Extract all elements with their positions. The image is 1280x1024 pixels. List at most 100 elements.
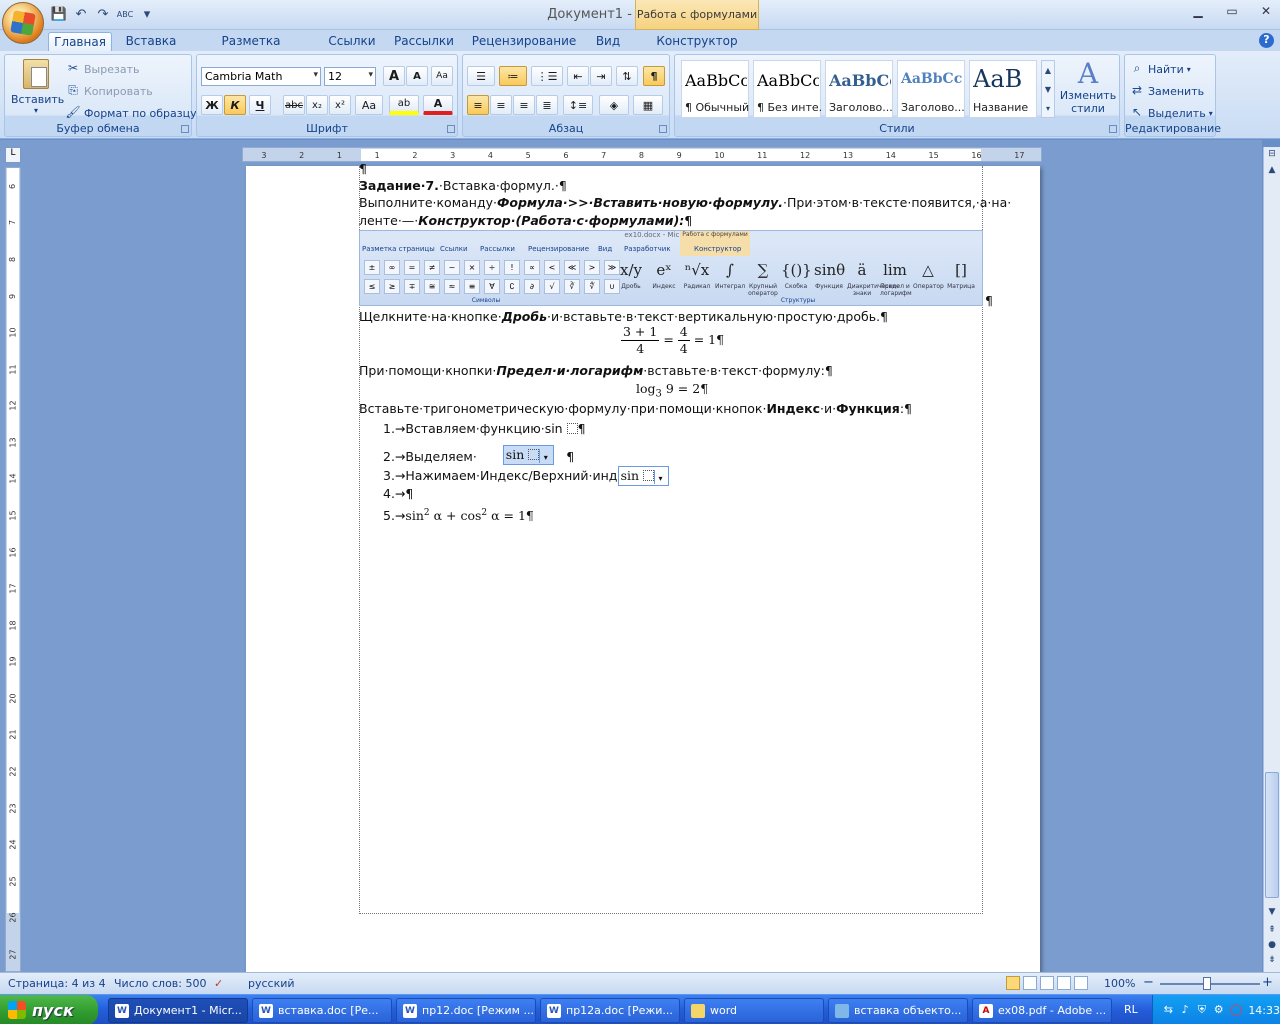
- ruler-toggle-icon[interactable]: ⊟: [1265, 149, 1279, 163]
- taskbar-item[interactable]: W Документ1 - Micr...: [108, 998, 248, 1023]
- language-indicator[interactable]: RL: [1124, 1003, 1138, 1016]
- equation-dropdown-icon[interactable]: ▾: [539, 448, 551, 463]
- cut-button[interactable]: ✂ Вырезать: [65, 61, 140, 77]
- web-layout-icon[interactable]: [1040, 976, 1054, 990]
- sort-icon[interactable]: ⇅: [616, 66, 638, 86]
- browse-object-icon[interactable]: ●: [1265, 940, 1279, 954]
- clear-format-button[interactable]: Aa: [431, 66, 453, 86]
- opera-icon[interactable]: ◯: [1230, 1003, 1242, 1017]
- minimize-button[interactable]: ▁: [1188, 4, 1208, 22]
- tab-insert[interactable]: Вставка: [120, 32, 182, 51]
- zoom-out-icon[interactable]: −: [1143, 975, 1154, 990]
- increase-indent-icon[interactable]: ⇥: [590, 66, 612, 86]
- equation-box[interactable]: sin ▾: [617, 466, 670, 486]
- font-size-combo[interactable]: 12: [324, 67, 376, 86]
- align-center-icon[interactable]: ≡: [490, 95, 512, 115]
- tab-review[interactable]: Рецензирование: [468, 32, 580, 51]
- italic-button[interactable]: К: [224, 95, 246, 115]
- draft-icon[interactable]: [1074, 976, 1088, 990]
- embedded-ribbon-screenshot[interactable]: ex10.docx - Microsoft Word Работа с форм…: [359, 230, 983, 306]
- style-heading2[interactable]: AaBbCc Заголово...: [897, 60, 965, 118]
- clock[interactable]: 14:33: [1248, 1004, 1280, 1017]
- full-screen-icon[interactable]: [1023, 976, 1037, 990]
- scroll-down-icon[interactable]: ▼: [1265, 907, 1279, 921]
- office-button[interactable]: [2, 2, 44, 44]
- taskbar-item[interactable]: Wпр12.doc [Режим ...: [396, 998, 536, 1023]
- next-page-icon[interactable]: ⇟: [1265, 955, 1279, 969]
- subscript-button[interactable]: x₂: [306, 95, 328, 115]
- dialog-launcher-icon[interactable]: [659, 125, 667, 133]
- font-color-button[interactable]: A: [423, 95, 453, 115]
- underline-button[interactable]: Ч: [249, 95, 271, 115]
- find-button[interactable]: ⌕ Найти ▾: [1129, 61, 1191, 77]
- help-icon[interactable]: ?: [1259, 33, 1274, 48]
- start-button[interactable]: пуск: [0, 995, 98, 1024]
- style-heading1[interactable]: AaBbCcЗаголово...: [825, 60, 893, 118]
- grow-font-button[interactable]: A: [383, 66, 405, 86]
- dialog-launcher-icon[interactable]: [181, 125, 189, 133]
- page-count[interactable]: Страница: 4 из 4: [8, 977, 106, 990]
- dialog-launcher-icon[interactable]: [447, 125, 455, 133]
- change-case-button[interactable]: Aa: [355, 95, 383, 115]
- customize-qat-icon[interactable]: ▾: [138, 5, 156, 23]
- style-no-spacing[interactable]: AaBbCcI¶ Без инте...: [753, 60, 821, 118]
- scroll-up-icon[interactable]: ▲: [1265, 165, 1279, 179]
- network-icon[interactable]: ⇆: [1163, 1003, 1174, 1017]
- word-count[interactable]: Число слов: 500: [114, 977, 207, 990]
- tab-selector-icon[interactable]: L: [5, 147, 21, 163]
- zoom-in-icon[interactable]: +: [1262, 975, 1273, 990]
- paste-button[interactable]: Вставить ▾: [11, 59, 64, 121]
- style-title[interactable]: AaB Название: [969, 60, 1037, 118]
- shield-icon[interactable]: ⛨: [1197, 1003, 1208, 1017]
- taskbar-item[interactable]: Aex08.pdf - Adobe ...: [972, 998, 1112, 1023]
- zoom-level[interactable]: 100%: [1104, 977, 1135, 990]
- superscript-button[interactable]: x²: [329, 95, 351, 115]
- print-layout-icon[interactable]: [1006, 976, 1020, 990]
- strikethrough-button[interactable]: abc: [283, 95, 305, 115]
- shrink-font-button[interactable]: A: [406, 66, 428, 86]
- taskbar-item[interactable]: Wвставка.doc [Ре...: [252, 998, 392, 1023]
- borders-icon[interactable]: ▦: [633, 95, 663, 115]
- format-painter-button[interactable]: 🖌 Формат по образцу: [65, 105, 196, 121]
- line-spacing-icon[interactable]: ↕≡: [563, 95, 593, 115]
- dialog-launcher-icon[interactable]: [1109, 125, 1117, 133]
- spellcheck-icon[interactable]: ABC: [116, 5, 134, 23]
- shading-icon[interactable]: ◈: [599, 95, 629, 115]
- equation-box-selected[interactable]: sin ▾: [502, 445, 555, 465]
- select-button[interactable]: ↖ Выделить ▾: [1129, 105, 1213, 121]
- tab-view[interactable]: Вид: [590, 32, 626, 51]
- tools-icon[interactable]: ⚙: [1213, 1003, 1224, 1017]
- font-family-combo[interactable]: Cambria Math: [201, 67, 321, 86]
- document-page[interactable]: ex10.docx - Microsoft Word Работа с форм…: [246, 161, 1040, 972]
- taskbar-item[interactable]: word: [684, 998, 824, 1023]
- decrease-indent-icon[interactable]: ⇤: [567, 66, 589, 86]
- scroll-thumb[interactable]: [1265, 772, 1279, 898]
- equation-fraction[interactable]: 3 + 14 = 44 = 1¶: [621, 324, 724, 357]
- vertical-ruler[interactable]: 6 7 8 9 10 11 12 13 14 15 16 17 18 19 20 21 22 23 24 25 26 27: [5, 167, 21, 972]
- prev-page-icon[interactable]: ⇞: [1265, 925, 1279, 939]
- placeholder-box[interactable]: [566, 423, 578, 434]
- tab-page-layout[interactable]: Разметка страницы: [190, 32, 312, 62]
- undo-icon[interactable]: ↶: [72, 5, 90, 23]
- tab-mailings[interactable]: Рассылки: [390, 32, 458, 51]
- proofing-icon[interactable]: ✓: [214, 977, 223, 990]
- equation-dropdown-icon[interactable]: ▾: [654, 469, 666, 484]
- taskbar-item[interactable]: вставка объекто...: [828, 998, 968, 1023]
- close-button[interactable]: ✕: [1256, 4, 1276, 22]
- multilevel-list-icon[interactable]: ⋮☰: [531, 66, 563, 86]
- show-marks-icon[interactable]: ¶: [643, 66, 665, 86]
- justify-icon[interactable]: ≣: [536, 95, 558, 115]
- styles-scroll[interactable]: ▲ ▼ ▾: [1041, 60, 1055, 118]
- bold-button[interactable]: Ж: [201, 95, 223, 115]
- redo-icon[interactable]: ↷: [94, 5, 112, 23]
- vertical-scrollbar[interactable]: ⊟ ▲ ▼ ⇞ ● ⇟: [1263, 147, 1280, 972]
- zoom-thumb[interactable]: [1203, 977, 1211, 990]
- sound-icon[interactable]: ♪: [1180, 1003, 1191, 1017]
- tab-home[interactable]: Главная: [48, 32, 112, 51]
- align-left-icon[interactable]: ≡: [467, 95, 489, 115]
- tab-design[interactable]: Конструктор: [655, 32, 739, 51]
- replace-button[interactable]: ⇄ Заменить: [1129, 83, 1204, 99]
- maximize-button[interactable]: ▭: [1222, 4, 1242, 22]
- change-styles-button[interactable]: A Изменить стили: [1059, 59, 1117, 121]
- align-right-icon[interactable]: ≡: [513, 95, 535, 115]
